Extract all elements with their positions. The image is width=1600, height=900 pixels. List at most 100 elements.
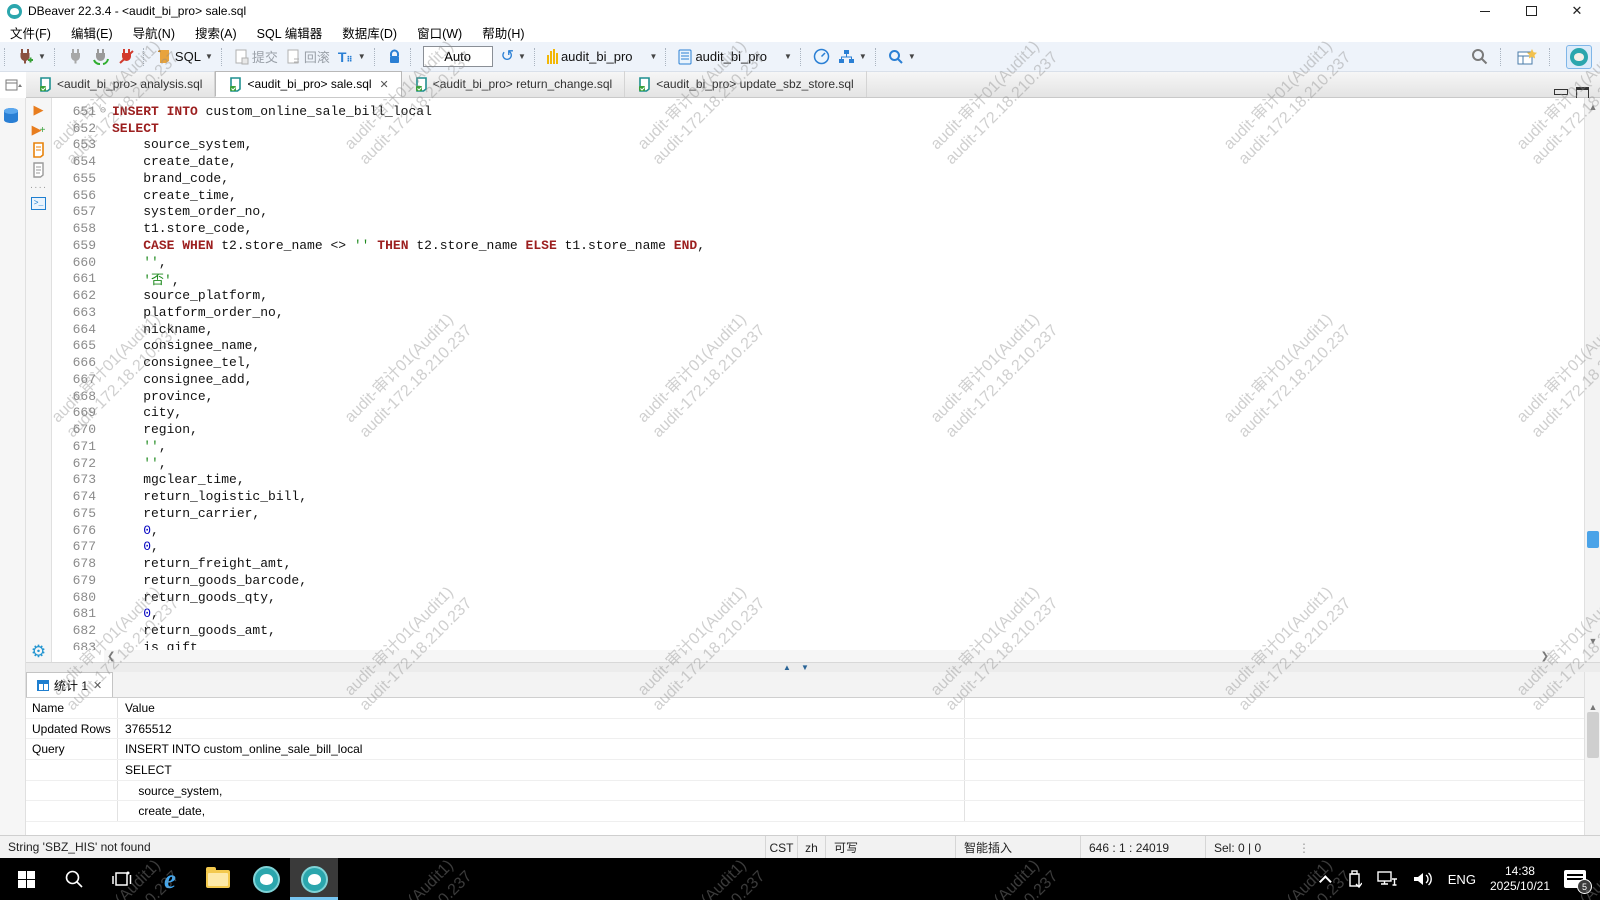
perspective-icon[interactable] bbox=[1517, 48, 1537, 66]
commit-mode-select[interactable]: Auto bbox=[423, 46, 493, 67]
code-line[interactable]: 679 return_goods_barcode, bbox=[52, 572, 1584, 589]
status-writable[interactable]: 可写 bbox=[825, 836, 955, 859]
start-button[interactable] bbox=[2, 858, 50, 900]
disconnect-red-button[interactable] bbox=[115, 46, 138, 67]
code-line[interactable]: 683 is_gift bbox=[52, 639, 1584, 650]
code-line[interactable]: 677 0, bbox=[52, 539, 1584, 556]
menu-item-4[interactable]: SQL 编辑器 bbox=[247, 22, 333, 42]
taskbar-clock[interactable]: 14:38 2025/10/21 bbox=[1490, 864, 1550, 894]
sql-console-icon[interactable]: >_ bbox=[28, 197, 50, 210]
scroll-up-icon[interactable]: ▲ bbox=[1585, 100, 1600, 114]
stats-vertical-scrollbar[interactable]: ▲ bbox=[1584, 672, 1600, 835]
toolbar-search-button[interactable]: ▼ bbox=[885, 47, 919, 67]
file-explorer-button[interactable] bbox=[194, 858, 242, 900]
connection-selector[interactable]: audit_bi_pro ▼ bbox=[544, 47, 660, 66]
menu-item-5[interactable]: 数据库(D) bbox=[332, 22, 407, 42]
reconnect-button[interactable] bbox=[89, 46, 113, 67]
task-view-button[interactable] bbox=[98, 858, 146, 900]
action-center-button[interactable]: 5 bbox=[1564, 870, 1586, 888]
minimize-view-icon[interactable] bbox=[1554, 87, 1566, 97]
code-line[interactable]: 661 '否', bbox=[52, 271, 1584, 288]
stats-row[interactable]: SELECT bbox=[26, 760, 1584, 781]
editor-tab-0[interactable]: <audit_bi_pro> analysis.sql bbox=[26, 71, 215, 97]
menu-item-3[interactable]: 搜索(A) bbox=[185, 22, 247, 42]
status-overflow-dots[interactable]: ⋮ bbox=[1290, 836, 1319, 859]
close-button[interactable]: ✕ bbox=[1554, 0, 1600, 22]
dbeaver-taskbar-button[interactable] bbox=[242, 858, 290, 900]
code-line[interactable]: 668 province, bbox=[52, 388, 1584, 405]
scroll-right-icon[interactable]: ❯ bbox=[1541, 651, 1549, 662]
history-button[interactable]: ↺ ▼ bbox=[498, 47, 529, 67]
transaction-log-button[interactable]: T⠿ ▼ bbox=[335, 47, 369, 67]
code-line[interactable]: 669 city, bbox=[52, 405, 1584, 422]
code-line[interactable]: 678 return_freight_amt, bbox=[52, 555, 1584, 572]
code-line[interactable]: 674 return_logistic_bill, bbox=[52, 488, 1584, 505]
sash-down-icon[interactable]: ▼ bbox=[801, 664, 809, 672]
code-line[interactable]: 673 mgclear_time, bbox=[52, 472, 1584, 489]
menu-item-2[interactable]: 导航(N) bbox=[123, 22, 185, 42]
menu-item-0[interactable]: 文件(F) bbox=[0, 22, 61, 42]
code-line[interactable]: 682 return_goods_amt, bbox=[52, 622, 1584, 639]
minimize-button[interactable] bbox=[1462, 0, 1508, 22]
close-icon[interactable]: ✕ bbox=[93, 679, 102, 692]
status-insert-mode[interactable]: 智能插入 bbox=[955, 836, 1080, 859]
schema-selector[interactable]: audit_bi_pro ▼ bbox=[675, 47, 794, 67]
taskbar-search-button[interactable] bbox=[50, 858, 98, 900]
rollback-button[interactable]: 回滚 bbox=[283, 45, 333, 68]
execute-new-tab-icon[interactable]: ▶+ bbox=[28, 122, 50, 138]
execute-sql-icon[interactable]: ▶ bbox=[28, 102, 50, 118]
column-header-name[interactable]: Name bbox=[26, 698, 118, 718]
sql-code-editor[interactable]: 651⊖INSERT INTO custom_online_sale_bill_… bbox=[52, 98, 1584, 650]
code-line[interactable]: 667 consignee_add, bbox=[52, 371, 1584, 388]
restore-panel-icon[interactable] bbox=[2, 74, 24, 96]
code-line[interactable]: 652SELECT bbox=[52, 120, 1584, 137]
status-caret-position[interactable]: 646 : 1 : 24019 bbox=[1080, 836, 1205, 859]
menu-item-6[interactable]: 窗口(W) bbox=[407, 22, 472, 42]
menu-item-1[interactable]: 编辑(E) bbox=[61, 22, 123, 42]
stats-row[interactable]: Updated Rows3765512 bbox=[26, 719, 1584, 740]
column-header-value[interactable]: Value bbox=[118, 698, 965, 718]
close-icon[interactable]: ✕ bbox=[380, 78, 389, 91]
new-connection-button[interactable]: ▼ bbox=[14, 46, 49, 67]
maximize-button[interactable] bbox=[1508, 0, 1554, 22]
scroll-down-icon[interactable]: ▼ bbox=[1585, 634, 1600, 648]
code-line[interactable]: 657 system_order_no, bbox=[52, 204, 1584, 221]
code-line[interactable]: 656 create_time, bbox=[52, 187, 1584, 204]
code-line[interactable]: 670 region, bbox=[52, 421, 1584, 438]
stats-row[interactable]: source_system, bbox=[26, 781, 1584, 802]
code-line[interactable]: 672 '', bbox=[52, 455, 1584, 472]
dashboard-button[interactable] bbox=[810, 46, 833, 67]
status-selection[interactable]: Sel: 0 | 0 bbox=[1205, 836, 1290, 859]
maximize-view-icon[interactable] bbox=[1576, 87, 1588, 97]
network-icon[interactable] bbox=[1376, 870, 1398, 888]
fold-marker-icon[interactable]: ⊖ bbox=[96, 105, 110, 117]
code-line[interactable]: 658 t1.store_code, bbox=[52, 220, 1584, 237]
sash-up-icon[interactable]: ▲ bbox=[783, 664, 791, 672]
code-line[interactable]: 651⊖INSERT INTO custom_online_sale_bill_… bbox=[52, 103, 1584, 120]
code-line[interactable]: 659 CASE WHEN t2.store_name <> '' THEN t… bbox=[52, 237, 1584, 254]
code-line[interactable]: 655 brand_code, bbox=[52, 170, 1584, 187]
editor-tab-1[interactable]: <audit_bi_pro> sale.sql✕ bbox=[215, 71, 401, 97]
lock-button[interactable] bbox=[384, 47, 405, 67]
input-language[interactable]: ENG bbox=[1448, 872, 1476, 887]
scrollbar-thumb[interactable] bbox=[1587, 531, 1599, 548]
code-line[interactable]: 666 consignee_tel, bbox=[52, 354, 1584, 371]
stats-row[interactable]: QueryINSERT INTO custom_online_sale_bill… bbox=[26, 739, 1584, 760]
code-line[interactable]: 671 '', bbox=[52, 438, 1584, 455]
speaker-icon[interactable] bbox=[1412, 870, 1434, 888]
tray-expand-icon[interactable] bbox=[1319, 875, 1332, 888]
sql-editor-button[interactable]: SQL ▼ bbox=[153, 46, 216, 67]
database-navigator-icon[interactable] bbox=[0, 104, 22, 126]
er-diagram-button[interactable]: ▼ bbox=[835, 47, 870, 66]
code-line[interactable]: 680 return_goods_qty, bbox=[52, 589, 1584, 606]
scroll-left-icon[interactable]: ❮ bbox=[107, 651, 115, 662]
code-line[interactable]: 663 platform_order_no, bbox=[52, 304, 1584, 321]
panel-splitter[interactable]: ▲ ▼ bbox=[26, 662, 1600, 672]
code-line[interactable]: 653 source_system, bbox=[52, 137, 1584, 154]
status-timezone[interactable]: CST bbox=[765, 836, 797, 859]
editor-tab-3[interactable]: <audit_bi_pro> update_sbz_store.sql bbox=[625, 71, 866, 97]
quick-search-icon[interactable] bbox=[1471, 48, 1488, 65]
tab-statistics[interactable]: 统计 1 ✕ bbox=[26, 672, 113, 697]
status-language[interactable]: zh bbox=[797, 836, 825, 859]
code-line[interactable]: 665 consignee_name, bbox=[52, 338, 1584, 355]
